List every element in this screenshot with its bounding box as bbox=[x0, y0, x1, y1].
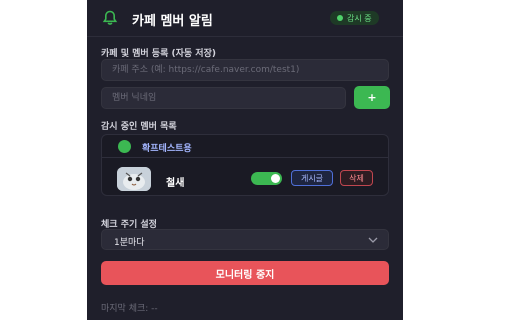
delete-button[interactable]: 삭제 bbox=[340, 170, 373, 186]
member-nickname-input[interactable] bbox=[101, 87, 346, 109]
watch-list-label: 감시 중인 멤버 목록 bbox=[101, 122, 177, 132]
interval-value: 1분마다 bbox=[114, 238, 145, 248]
cafe-icon bbox=[118, 140, 131, 153]
cafe-name: 확프테스트용 bbox=[142, 144, 192, 154]
panel-lower: 체크 주기 설정 1분마다 모니터링 중지 마지막 체크: -- bbox=[87, 212, 403, 320]
bell-icon bbox=[102, 10, 118, 25]
avatar bbox=[117, 167, 151, 191]
last-check-text: 마지막 체크: -- bbox=[101, 304, 158, 314]
chevron-down-icon bbox=[368, 237, 378, 243]
register-section-label: 카페 및 멤버 등록 (자동 저장) bbox=[101, 49, 216, 59]
stop-monitoring-button[interactable]: 모니터링 중지 bbox=[101, 261, 389, 285]
cafe-url-input[interactable] bbox=[101, 59, 389, 81]
add-member-button[interactable]: + bbox=[354, 86, 390, 109]
cafe-group-header: 확프테스트용 bbox=[102, 135, 388, 158]
status-dot bbox=[337, 15, 343, 21]
page-title: 카페 멤버 알림 bbox=[132, 14, 213, 29]
status-text: 감시 중 bbox=[347, 13, 372, 23]
member-name: 철새 bbox=[166, 178, 185, 189]
toggle-knob bbox=[271, 174, 280, 183]
panel-header: 카페 멤버 알림 감시 중 bbox=[87, 0, 403, 37]
member-toggle[interactable] bbox=[251, 172, 282, 185]
posts-button[interactable]: 게시글 bbox=[291, 170, 333, 186]
avatar-image bbox=[117, 167, 151, 191]
interval-select[interactable]: 1분마다 bbox=[101, 229, 389, 250]
status-badge: 감시 중 bbox=[330, 11, 379, 25]
